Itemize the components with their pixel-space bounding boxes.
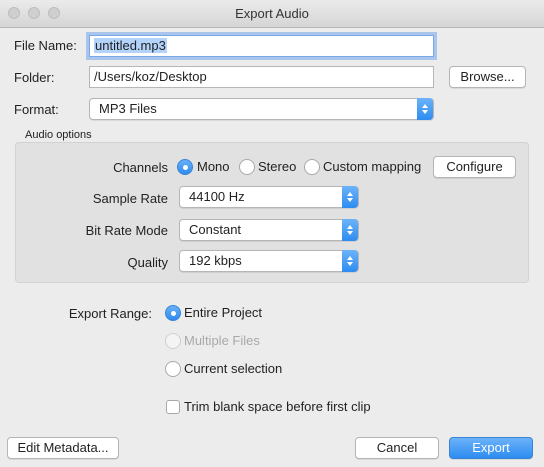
folder-input[interactable]: /Users/koz/Desktop (89, 66, 434, 88)
bit-rate-mode-select[interactable]: Constant (179, 219, 359, 241)
chevron-updown-icon (342, 219, 358, 241)
bit-rate-mode-value: Constant (189, 222, 242, 237)
sample-rate-select[interactable]: 44100 Hz (179, 186, 359, 208)
export-range-entire-project-label: Entire Project (184, 305, 263, 320)
export-range-label: Export Range: (68, 306, 152, 321)
sample-rate-value: 44100 Hz (189, 189, 245, 204)
title-bar: Export Audio (0, 0, 544, 28)
chevron-updown-icon (342, 186, 358, 208)
format-select[interactable]: MP3 Files (89, 98, 434, 120)
export-range-entire-project-radio[interactable] (165, 305, 181, 321)
file-name-value: untitled.mp3 (94, 38, 167, 53)
channels-mono-radio[interactable] (177, 159, 193, 175)
cancel-button[interactable]: Cancel (355, 437, 439, 459)
export-range-current-selection-radio[interactable] (165, 361, 181, 377)
channels-stereo-radio[interactable] (239, 159, 255, 175)
trim-blank-space-checkbox[interactable] (166, 400, 180, 414)
quality-select[interactable]: 192 kbps (179, 250, 359, 272)
file-name-label: File Name: (14, 38, 77, 53)
chevron-updown-icon (417, 98, 433, 120)
audio-options-title: Audio options (25, 129, 92, 141)
format-select-value: MP3 Files (99, 101, 157, 116)
channels-label: Channels (113, 160, 168, 175)
edit-metadata-button[interactable]: Edit Metadata... (7, 437, 119, 459)
export-range-multiple-files-radio (165, 333, 181, 349)
configure-button[interactable]: Configure (433, 156, 516, 178)
channels-stereo-label: Stereo (258, 159, 297, 174)
sample-rate-label: Sample Rate (92, 191, 168, 206)
trim-blank-space-label: Trim blank space before first clip (184, 399, 371, 414)
quality-label: Quality (127, 255, 168, 270)
format-label: Format: (14, 102, 59, 117)
folder-label: Folder: (14, 70, 55, 85)
export-range-current-selection-label: Current selection (184, 361, 283, 376)
window-title: Export Audio (235, 6, 309, 21)
export-range-multiple-files-label: Multiple Files (184, 333, 260, 348)
bit-rate-mode-label: Bit Rate Mode (85, 223, 168, 238)
channels-custom-mapping-label: Custom mapping (323, 159, 422, 174)
file-name-input[interactable]: untitled.mp3 (89, 35, 434, 57)
browse-button[interactable]: Browse... (449, 66, 526, 88)
channels-mono-label: Mono (197, 159, 230, 174)
quality-value: 192 kbps (189, 253, 242, 268)
chevron-updown-icon (342, 250, 358, 272)
export-button[interactable]: Export (449, 437, 533, 459)
channels-custom-mapping-radio[interactable] (304, 159, 320, 175)
